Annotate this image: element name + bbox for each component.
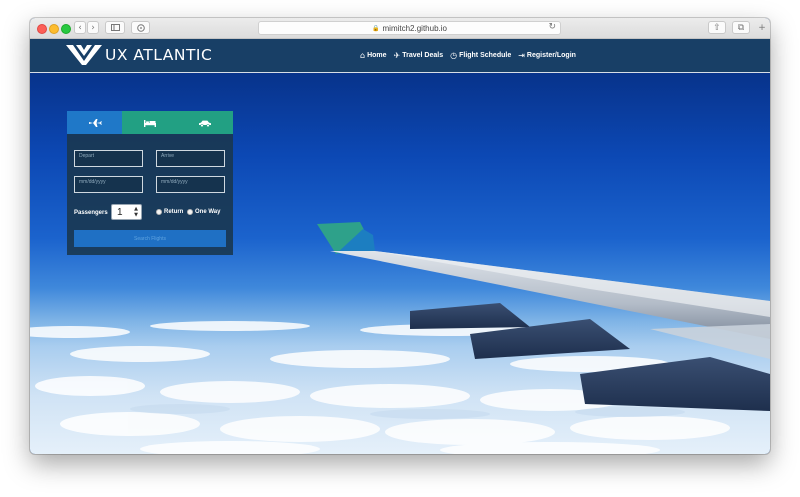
nav-label: Travel Deals	[402, 52, 444, 59]
tab-hotels[interactable]	[122, 111, 178, 134]
nav-travel-deals[interactable]: ✈ Travel Deals	[394, 51, 444, 60]
address-bar[interactable]: 🔒 mimitch2.github.io ↻	[258, 21, 561, 35]
arrive-city-input[interactable]: Arrive	[156, 150, 225, 167]
brand-name: UX ATLANTIC	[105, 46, 213, 64]
back-button[interactable]: ‹	[74, 21, 86, 34]
back-arrow-icon: ‹	[78, 22, 82, 33]
reload-icon[interactable]: ↻	[548, 22, 556, 32]
site-logo[interactable]: UX ATLANTIC	[66, 44, 212, 66]
search-flights-button[interactable]: Search Flights	[74, 230, 226, 247]
trip-option-label: One Way	[195, 209, 221, 215]
url-text: mimitch2.github.io	[382, 23, 447, 33]
nav-label: Flight Schedule	[459, 52, 512, 59]
arrive-city-placeholder: Arrive	[161, 153, 175, 159]
passengers-select[interactable]: 1 ▲ ▼	[111, 204, 142, 220]
nav-label: Home	[367, 52, 387, 59]
bed-icon	[143, 119, 156, 127]
logo-mark-icon	[66, 45, 102, 65]
passengers-value: 1	[117, 206, 123, 218]
compass-icon	[136, 23, 145, 32]
plane-icon	[88, 118, 102, 127]
depart-city-input[interactable]: Depart	[74, 150, 143, 167]
browser-toolbar: ‹ › 🔒 mimitch2.github.io ↻ ⇧ ⧉ +	[30, 18, 770, 39]
plus-icon: +	[758, 22, 766, 33]
nav-home[interactable]: ⌂ Home	[360, 51, 387, 60]
tab-cars[interactable]	[177, 111, 233, 134]
sidebar-button[interactable]	[105, 21, 125, 34]
new-tab-button[interactable]: +	[755, 21, 769, 34]
tabs-icon: ⧉	[737, 22, 745, 33]
tab-overview-button[interactable]: ⧉	[732, 21, 750, 34]
return-date-placeholder: mm/dd/yyyy	[161, 179, 188, 185]
site-navbar: UX ATLANTIC ⌂ Home ✈ Travel Deals ◷ Flig…	[30, 39, 770, 73]
nav-flight-schedule[interactable]: ◷ Flight Schedule	[450, 51, 511, 60]
return-date-input[interactable]: mm/dd/yyyy	[156, 176, 225, 193]
share-icon: ⇧	[713, 22, 721, 33]
nav-label: Register/Login	[526, 52, 576, 59]
forward-button[interactable]: ›	[87, 21, 99, 34]
web-page: UX ATLANTIC ⌂ Home ✈ Travel Deals ◷ Flig…	[30, 39, 770, 454]
lock-icon: 🔒	[372, 24, 380, 32]
radio-dot	[187, 209, 193, 215]
trip-return-radio[interactable]: Return	[156, 209, 183, 215]
search-tabs	[67, 111, 233, 134]
depart-date-placeholder: mm/dd/yyyy	[79, 179, 106, 185]
main-nav: ⌂ Home ✈ Travel Deals ◷ Flight Schedule …	[360, 51, 576, 60]
home-icon: ⌂	[360, 51, 366, 60]
close-window-button[interactable]	[37, 24, 47, 34]
tab-flights[interactable]	[67, 111, 123, 134]
top-sites-button[interactable]	[131, 21, 150, 34]
login-icon: ⇥	[518, 51, 525, 60]
sidebar-icon	[110, 24, 120, 31]
depart-date-input[interactable]: mm/dd/yyyy	[74, 176, 143, 193]
radio-dot	[156, 209, 162, 215]
minimize-window-button[interactable]	[49, 24, 59, 34]
trip-one-way-radio[interactable]: One Way	[187, 209, 220, 215]
forward-arrow-icon: ›	[91, 22, 95, 33]
search-panel: Depart Arrive mm/dd/yyyy mm/dd/yyyy Pass…	[67, 111, 233, 255]
plane-icon: ✈	[393, 51, 401, 60]
browser-window: ‹ › 🔒 mimitch2.github.io ↻ ⇧ ⧉ + UX ATLA…	[30, 18, 770, 454]
search-button-label: Search Flights	[134, 235, 166, 242]
depart-city-placeholder: Depart	[79, 153, 95, 159]
car-icon	[199, 120, 212, 127]
nav-register-login[interactable]: ⇥ Register/Login	[518, 51, 576, 60]
stepper-arrows-icon: ▲ ▼	[134, 206, 138, 218]
zoom-window-button[interactable]	[61, 24, 71, 34]
clock-icon: ◷	[450, 51, 458, 60]
trip-option-label: Return	[164, 209, 184, 215]
share-button[interactable]: ⇧	[708, 21, 726, 34]
passengers-label: Passengers	[74, 210, 108, 216]
